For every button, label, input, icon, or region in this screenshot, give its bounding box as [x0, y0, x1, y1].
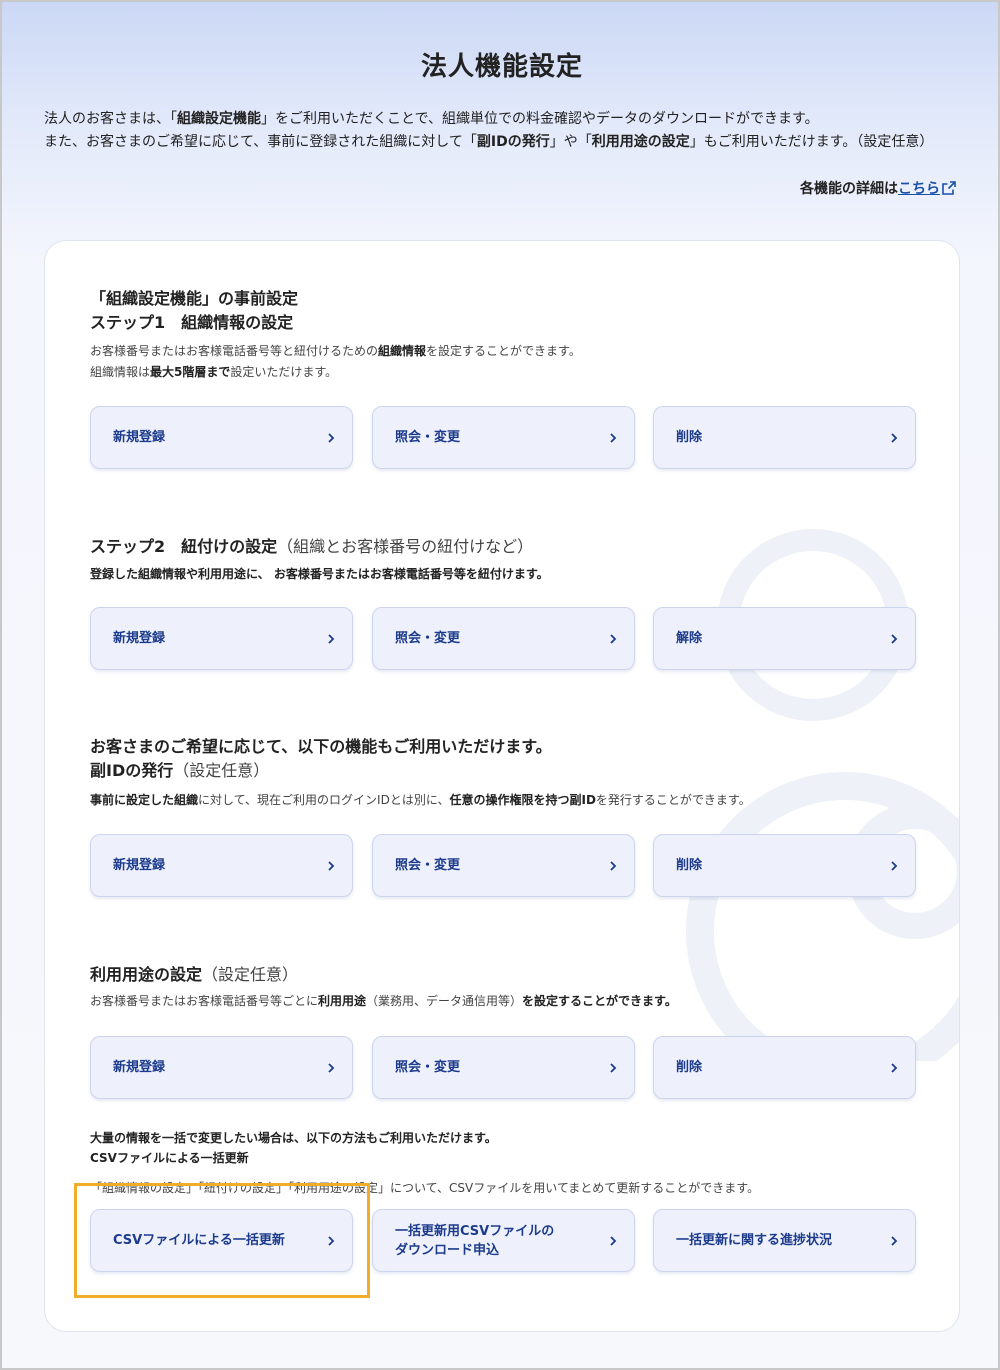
usage-heading: 利用用途の設定（設定任意）	[90, 965, 299, 984]
chevron-right-icon	[891, 1235, 898, 1246]
csv-download-request-button[interactable]: 一括更新用CSVファイルの ダウンロード申込	[372, 1209, 635, 1272]
step2-register-button[interactable]: 新規登録	[90, 607, 353, 670]
csv-heading: CSVファイルによる一括更新	[90, 1151, 249, 1165]
usage-view-edit-button[interactable]: 照会・変更	[372, 1036, 635, 1099]
feature-details-row: 各機能の詳細はこちら	[800, 178, 956, 198]
chevron-right-icon	[891, 860, 898, 871]
page-frame: 法人機能設定 法人のお客さまは、「組織設定機能」をご利用いただくことで、組織単位…	[0, 0, 1000, 1370]
step2-description: 登録した組織情報や利用用途に、 お客様番号またはお客様電話番号等を紐付けます。	[90, 567, 549, 581]
subid-description: 事前に設定した組織に対して、現在ご利用のログインIDとは別に、任意の操作権限を持…	[90, 793, 751, 807]
step1-description: お客様番号またはお客様電話番号等と紐付けるための組織情報を設定することができます…	[90, 344, 581, 379]
step1-view-edit-button[interactable]: 照会・変更	[372, 406, 635, 469]
chevron-right-icon	[610, 1062, 617, 1073]
page-title: 法人機能設定	[420, 52, 583, 82]
chevron-right-icon	[328, 1062, 335, 1073]
csv-description: 「組織情報の設定」「紐付けの設定」「利用用途の設定」について、CSVファイルを用…	[90, 1181, 760, 1195]
step1-delete-button[interactable]: 削除	[653, 406, 916, 469]
step1-register-button[interactable]: 新規登録	[90, 406, 353, 469]
usage-register-button[interactable]: 新規登録	[90, 1036, 353, 1099]
csv-bulk-update-button[interactable]: CSVファイルによる一括更新	[90, 1209, 353, 1272]
usage-delete-button[interactable]: 削除	[653, 1036, 916, 1099]
chevron-right-icon	[328, 432, 335, 443]
chevron-right-icon	[610, 860, 617, 871]
chevron-right-icon	[328, 1235, 335, 1246]
csv-progress-status-button[interactable]: 一括更新に関する進捗状況	[653, 1209, 916, 1272]
step2-heading: ステップ2 紐付けの設定（組織とお客様番号の紐付けなど）	[90, 537, 534, 556]
subid-delete-button[interactable]: 削除	[653, 834, 916, 897]
external-link-icon[interactable]	[942, 181, 956, 195]
intro-text: 法人のお客さまは、「組織設定機能」をご利用いただくことで、組織単位での料金確認や…	[44, 111, 934, 150]
chevron-right-icon	[891, 432, 898, 443]
step1-heading: 「組織設定機能」の事前設定 ステップ1 組織情報の設定	[90, 289, 299, 332]
chevron-right-icon	[610, 1235, 617, 1246]
usage-description: お客様番号またはお客様電話番号等ごとに利用用途（業務用、データ通信用等）を設定す…	[90, 994, 677, 1008]
chevron-right-icon	[328, 633, 335, 644]
chevron-right-icon	[891, 1062, 898, 1073]
feature-details-link[interactable]: こちら	[898, 181, 940, 197]
subid-register-button[interactable]: 新規登録	[90, 834, 353, 897]
settings-card: 「組織設定機能」の事前設定 ステップ1 組織情報の設定 お客様番号またはお客様電…	[44, 240, 960, 1332]
chevron-right-icon	[610, 432, 617, 443]
chevron-right-icon	[610, 633, 617, 644]
csv-intro: 大量の情報を一括で変更したい場合は、以下の方法もご利用いただけます。 CSVファ…	[90, 1131, 497, 1165]
step2-unlink-button[interactable]: 解除	[653, 607, 916, 670]
chevron-right-icon	[328, 860, 335, 871]
subid-view-edit-button[interactable]: 照会・変更	[372, 834, 635, 897]
subid-heading: お客さまのご希望に応じて、以下の機能もご利用いただけます。 副IDの発行（設定任…	[90, 737, 552, 780]
chevron-right-icon	[891, 633, 898, 644]
step2-view-edit-button[interactable]: 照会・変更	[372, 607, 635, 670]
